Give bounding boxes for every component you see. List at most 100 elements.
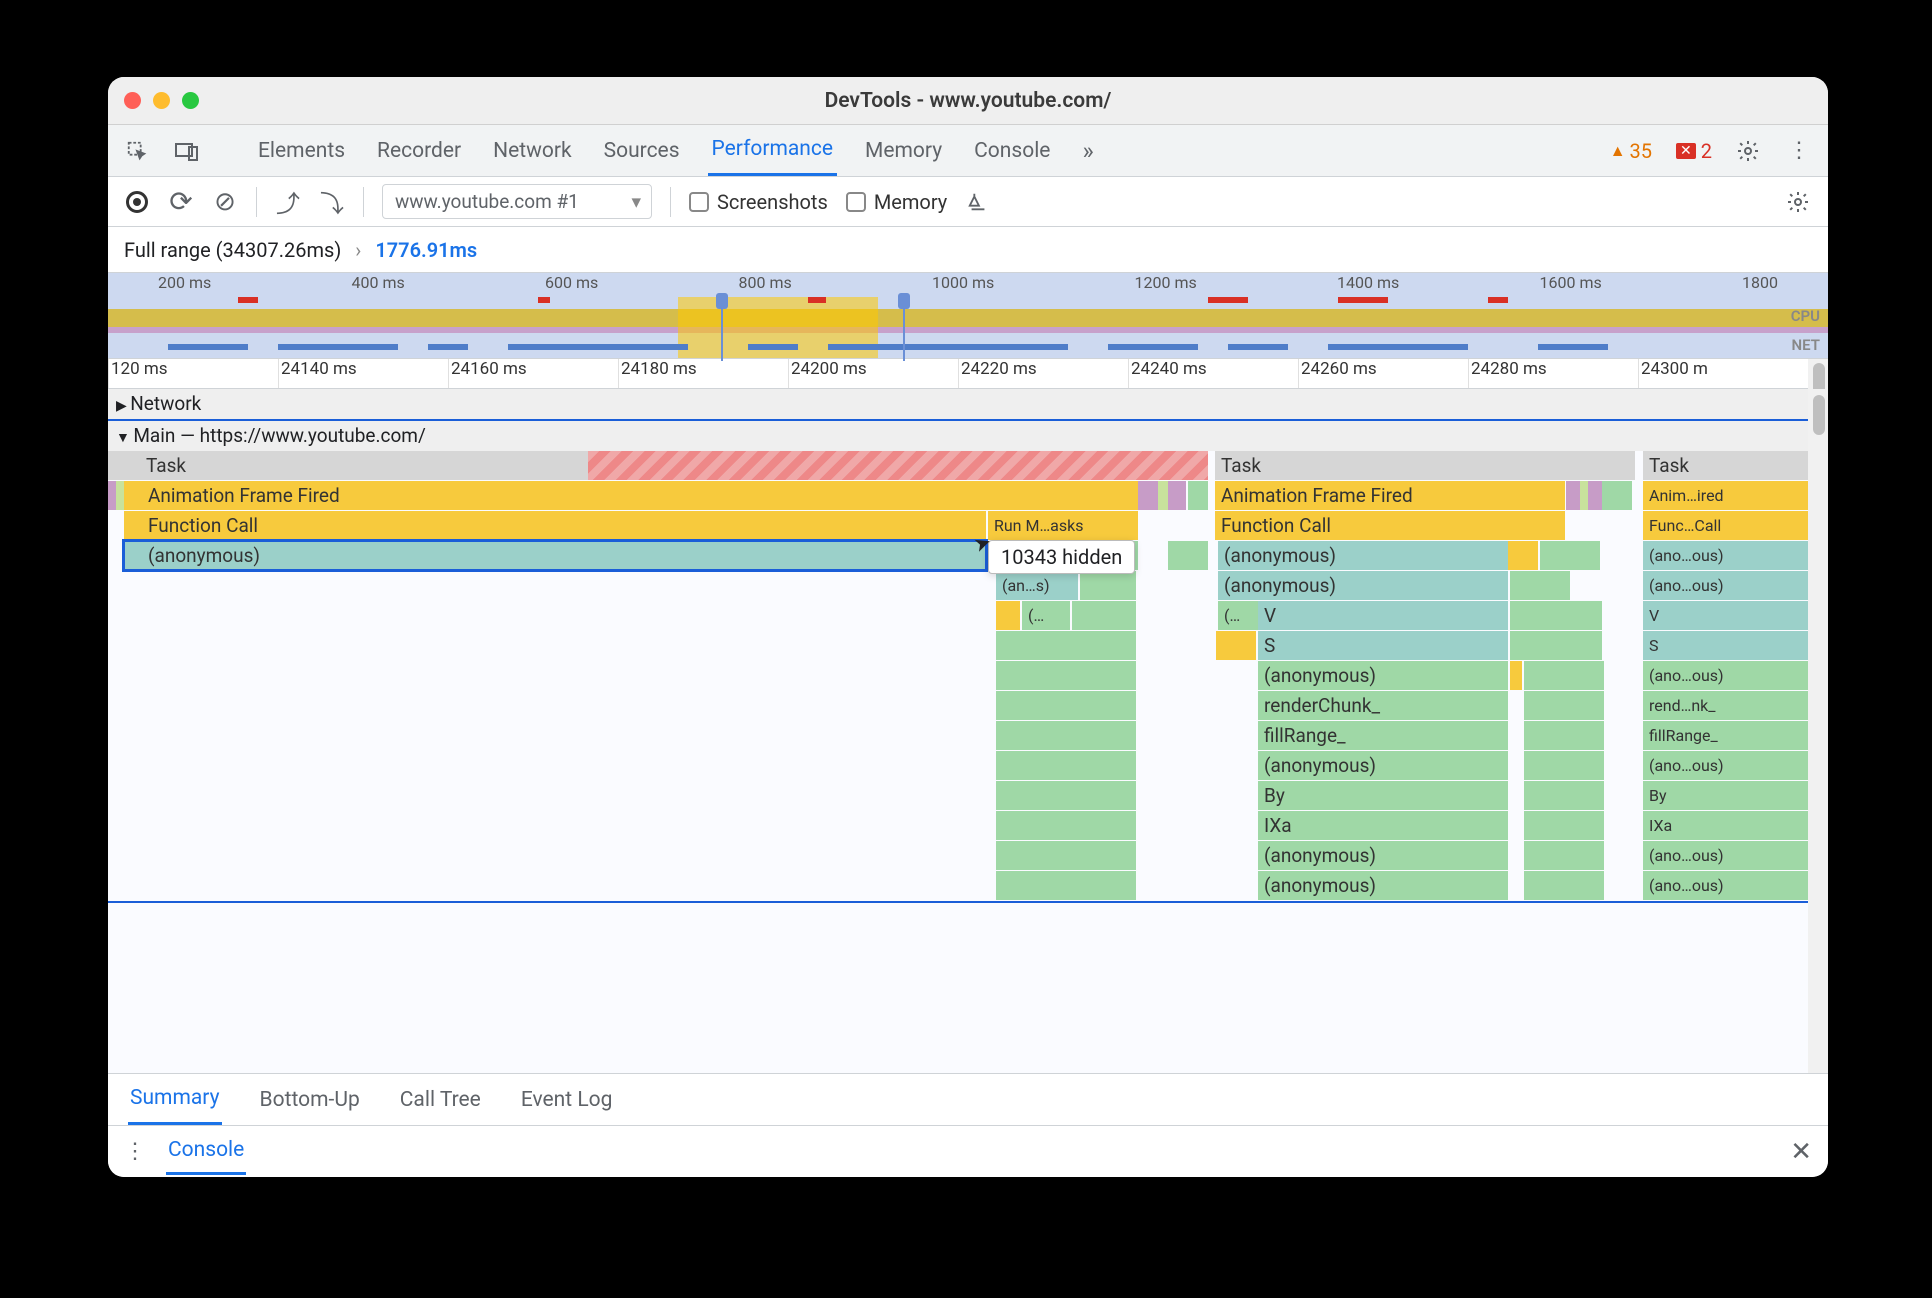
flame-slice[interactable] <box>1602 481 1632 510</box>
flame-slice[interactable] <box>1524 871 1604 900</box>
kebab-menu-icon[interactable]: ⋮ <box>1786 138 1812 163</box>
flame-anon-short[interactable]: (an…s) <box>996 571 1078 600</box>
screenshots-checkbox[interactable]: Screenshots <box>689 190 828 214</box>
flame-s[interactable]: S <box>1258 631 1508 660</box>
flame-slice[interactable] <box>996 721 1136 750</box>
flame-ixa[interactable]: IXa <box>1643 811 1808 840</box>
network-track-header[interactable]: Network <box>108 389 1808 419</box>
breadcrumb-full-range[interactable]: Full range (34307.26ms) <box>124 238 341 262</box>
flame-anim[interactable]: Anim…ired <box>1643 481 1808 510</box>
flame-slice[interactable] <box>996 811 1136 840</box>
flame-anonymous-selected[interactable]: (anonymous) <box>124 541 986 570</box>
flame-slice[interactable] <box>996 661 1136 690</box>
tracks-scrollbar[interactable] <box>1808 389 1828 1073</box>
main-track-header[interactable]: Main — https://www.youtube.com/ <box>108 421 1808 451</box>
flame-paren[interactable]: (… <box>1218 601 1258 630</box>
detail-ruler[interactable]: 120 ms 24140 ms 24160 ms 24180 ms 24200 … <box>108 359 1808 389</box>
garbage-collect-icon[interactable] <box>965 189 991 215</box>
flame-slice[interactable] <box>1508 541 1538 570</box>
flame-slice[interactable] <box>996 871 1136 900</box>
flame-slice[interactable] <box>1524 661 1604 690</box>
flame-slice[interactable] <box>1188 481 1208 510</box>
drawer-close-icon[interactable]: ✕ <box>1790 1137 1812 1167</box>
inspect-element-icon[interactable] <box>124 138 150 164</box>
minimize-icon[interactable] <box>153 92 170 109</box>
tab-network[interactable]: Network <box>489 127 576 175</box>
flame-anonymous[interactable]: (ano…ous) <box>1643 871 1808 900</box>
flame-function-call[interactable]: Func…Call <box>1643 511 1808 540</box>
tab-sources[interactable]: Sources <box>600 127 684 175</box>
overview-handle-right[interactable] <box>898 293 910 309</box>
tab-call-tree[interactable]: Call Tree <box>398 1076 483 1124</box>
flame-task[interactable]: Task <box>1215 451 1635 480</box>
flame-fillrange[interactable]: fillRange_ <box>1643 721 1808 750</box>
flame-slice[interactable] <box>1524 751 1604 780</box>
flame-anonymous[interactable]: (anonymous) <box>1258 871 1508 900</box>
flame-anonymous[interactable]: (anonymous) <box>1258 751 1508 780</box>
flame-task[interactable]: Task <box>1643 451 1808 480</box>
flame-anonymous[interactable]: (anonymous) <box>1258 661 1508 690</box>
flame-slice[interactable] <box>1216 631 1256 660</box>
tabs-overflow-icon[interactable]: » <box>1078 125 1097 177</box>
flame-anonymous[interactable]: (anonymous) <box>1218 571 1508 600</box>
flame-anim[interactable]: Animation Frame Fired <box>1215 481 1565 510</box>
flame-renderchunk[interactable]: renderChunk_ <box>1258 691 1508 720</box>
flame-slice[interactable] <box>1510 631 1602 660</box>
flame-renderchunk[interactable]: rend…nk_ <box>1643 691 1808 720</box>
load-profile-icon[interactable] <box>275 189 301 215</box>
flame-ixa[interactable]: IXa <box>1258 811 1508 840</box>
tab-event-log[interactable]: Event Log <box>519 1076 615 1124</box>
flame-slice[interactable] <box>1072 601 1136 630</box>
flame-anonymous[interactable]: (ano…ous) <box>1643 661 1808 690</box>
overview-handle-left[interactable] <box>716 293 728 309</box>
flame-fillrange[interactable]: fillRange_ <box>1258 721 1508 750</box>
flame-anonymous[interactable]: (ano…ous) <box>1643 841 1808 870</box>
flame-anonymous[interactable]: (ano…ous) <box>1643 751 1808 780</box>
flame-slice[interactable] <box>1524 811 1604 840</box>
flame-slice[interactable] <box>1524 841 1604 870</box>
flame-anonymous[interactable]: (ano…ous) <box>1643 571 1808 600</box>
flame-slice[interactable] <box>1524 721 1604 750</box>
drawer-tab-console[interactable]: Console <box>166 1128 246 1175</box>
flame-anonymous[interactable]: (anonymous) <box>1258 841 1508 870</box>
settings-icon[interactable] <box>1736 139 1762 163</box>
device-toolbar-icon[interactable] <box>174 138 200 164</box>
flame-slice[interactable] <box>1138 481 1158 510</box>
flame-slice[interactable] <box>996 841 1136 870</box>
overview-minimap[interactable]: 200 ms 400 ms 600 ms 800 ms 1000 ms 1200… <box>108 273 1828 359</box>
flame-by[interactable]: By <box>1643 781 1808 810</box>
tab-console[interactable]: Console <box>970 127 1054 175</box>
flame-run-microtasks[interactable]: Run M…asks <box>988 511 1138 540</box>
flame-anonymous[interactable]: (ano…ous) <box>1643 541 1808 570</box>
flame-slice[interactable] <box>1080 571 1136 600</box>
flame-slice[interactable] <box>1524 781 1604 810</box>
flame-slice[interactable] <box>1524 691 1604 720</box>
flame-function-call[interactable]: Function Call <box>124 511 986 540</box>
reload-record-icon[interactable] <box>168 189 194 215</box>
flame-slice[interactable] <box>996 601 1020 630</box>
drawer-kebab-icon[interactable]: ⋮ <box>124 1139 146 1164</box>
flame-slice[interactable] <box>1588 481 1602 510</box>
flame-paren[interactable]: (… <box>1022 601 1070 630</box>
flame-slice[interactable] <box>1510 571 1570 600</box>
flame-slice[interactable] <box>1168 541 1208 570</box>
flamechart-tracks[interactable]: Network Main — https://www.youtube.com/ … <box>108 389 1808 1073</box>
tab-recorder[interactable]: Recorder <box>373 127 465 175</box>
clear-icon[interactable] <box>212 189 238 215</box>
tab-memory[interactable]: Memory <box>861 127 946 175</box>
flame-v[interactable]: V <box>1643 601 1808 630</box>
flame-slice[interactable] <box>1540 541 1600 570</box>
flame-slice[interactable] <box>996 751 1136 780</box>
maximize-icon[interactable] <box>182 92 199 109</box>
flame-function-call[interactable]: Function Call <box>1215 511 1565 540</box>
profile-select[interactable]: www.youtube.com #1 <box>382 184 652 219</box>
warnings-badge[interactable]: 35 <box>1610 139 1652 163</box>
flame-slice[interactable] <box>996 691 1136 720</box>
vertical-scrollbar[interactable] <box>1808 359 1828 389</box>
flame-slice[interactable] <box>996 631 1136 660</box>
breadcrumb-selection[interactable]: 1776.91ms <box>375 238 477 262</box>
flame-anim[interactable]: Animation Frame Fired <box>124 481 1138 510</box>
flame-by[interactable]: By <box>1258 781 1508 810</box>
close-icon[interactable] <box>124 92 141 109</box>
flame-slice[interactable] <box>1168 481 1186 510</box>
